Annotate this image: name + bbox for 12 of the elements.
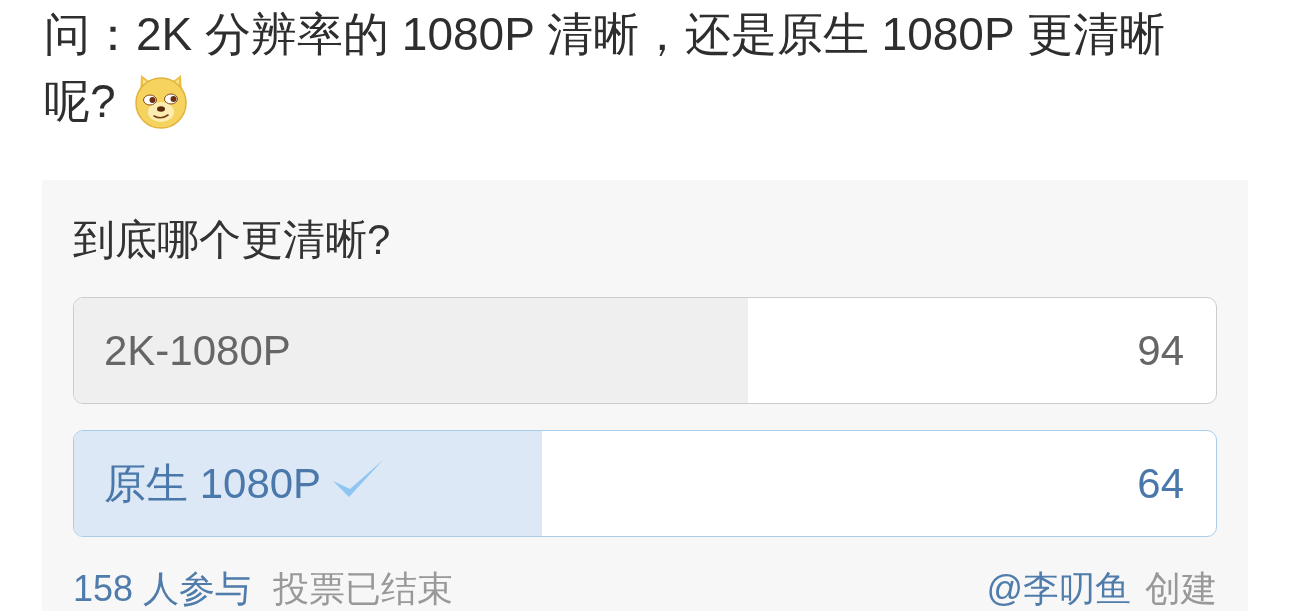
participants-count: 158 人参与: [73, 569, 252, 609]
question-text: 呢?: [44, 73, 116, 129]
creator-link[interactable]: @李叨鱼: [986, 569, 1131, 609]
option-label: 原生 1080P: [104, 458, 322, 509]
dog-face-icon: [133, 72, 188, 129]
question-text: 问：2K 分辨率的 1080P 清晰，还是原生 1080P 更清晰: [44, 6, 1165, 62]
poll-title: 到底哪个更清晰?: [73, 215, 392, 265]
created-label: 创建: [1145, 569, 1217, 609]
vote-count: 94: [1137, 325, 1184, 376]
vote-count: 64: [1137, 458, 1184, 509]
poll-status: 投票已结束: [273, 569, 454, 609]
option-label: 2K-1080P: [104, 325, 291, 376]
